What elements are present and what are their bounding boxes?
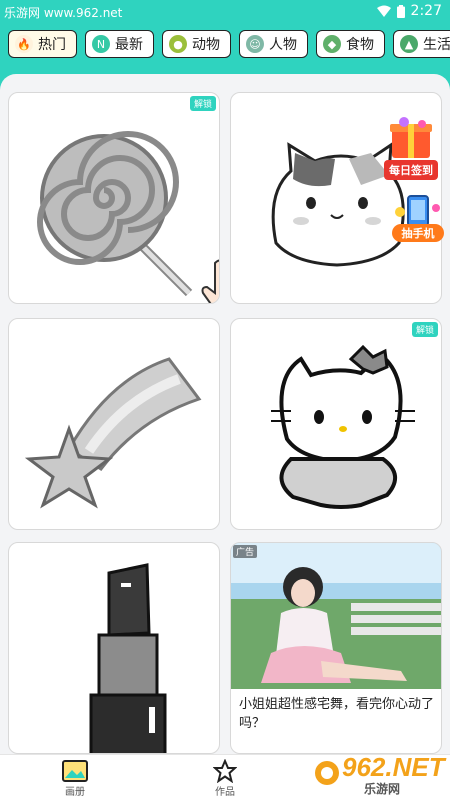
person-icon: ☺	[246, 35, 264, 53]
wifi-icon	[376, 5, 391, 17]
tab-hot-label: 热门	[38, 37, 66, 53]
card-lipstick[interactable]	[8, 542, 220, 754]
shooting-star-image	[24, 357, 202, 509]
nav-works-label: 作品	[215, 787, 235, 798]
watermark-logo-icon	[315, 761, 339, 785]
nav-album[interactable]: 画册	[45, 759, 105, 798]
flame-icon: 🔥	[15, 35, 33, 53]
watermark: 962.NET 乐游网	[312, 752, 445, 796]
grab-phone-button[interactable]: 抽手机	[392, 194, 444, 242]
new-icon: N	[92, 35, 110, 53]
card-hello-kitty[interactable]: 解锁	[230, 318, 442, 530]
hello-kitty-image	[271, 344, 415, 509]
tab-food-label: 食物	[346, 37, 374, 53]
status-site-text: 乐游网 www.962.net	[4, 6, 123, 20]
ad-text: 小姐姐超性感宅舞，看完你心动了吗？	[239, 697, 435, 731]
sign-in-label: 每日签到	[384, 160, 438, 180]
ad-image: 广告	[231, 543, 441, 689]
tab-animal-label: 动物	[192, 37, 220, 53]
unlock-badge: 解锁	[189, 96, 216, 111]
nav-works[interactable]: 作品	[195, 759, 255, 798]
watermark-sub: 乐游网	[364, 782, 401, 796]
tab-animal[interactable]: ● 动物	[162, 30, 231, 58]
ad-tag: 广告	[233, 545, 258, 558]
tab-hot[interactable]: 🔥 热门	[8, 30, 77, 58]
watermark-brand: 962.NET	[342, 752, 445, 782]
tab-food[interactable]: ◆ 食物	[316, 30, 385, 58]
grab-phone-label: 抽手机	[392, 224, 444, 242]
nav-album-label: 画册	[65, 787, 85, 798]
tab-newest-label: 最新	[115, 37, 143, 53]
lipstick-image	[89, 563, 167, 753]
album-icon	[62, 760, 88, 782]
hand-pointer-icon	[201, 259, 219, 303]
star-icon	[213, 759, 237, 783]
status-time: 2:27	[410, 3, 442, 19]
phone-gift-icon	[395, 195, 440, 227]
tab-life-label: 生活	[423, 37, 450, 53]
card-lollipop[interactable]: 解锁	[8, 92, 220, 304]
daily-sign-in-button[interactable]: 每日签到	[382, 116, 440, 180]
unlock-badge: 解锁	[411, 322, 438, 337]
food-icon: ◆	[323, 35, 341, 53]
ad-card[interactable]: 广告 小姐姐超性感宅舞，看完你心动了吗？	[230, 542, 442, 754]
gift-box-icon	[390, 117, 432, 158]
tab-life[interactable]: ▲ 生活	[393, 30, 450, 58]
card-shooting-star[interactable]	[8, 318, 220, 530]
tab-person[interactable]: ☺ 人物	[239, 30, 308, 58]
category-tabs: 🔥 热门 N 最新 ● 动物 ☺ 人物 ◆ 食物 ▲ 生活	[8, 30, 450, 60]
tab-newest[interactable]: N 最新	[85, 30, 154, 58]
animal-icon: ●	[169, 35, 187, 53]
lollipop-image	[37, 131, 193, 297]
tab-person-label: 人物	[269, 37, 297, 53]
status-bar: 乐游网 www.962.net 2:27	[0, 0, 450, 24]
life-icon: ▲	[400, 35, 418, 53]
battery-icon	[396, 4, 405, 18]
status-right: 2:27	[376, 3, 442, 19]
